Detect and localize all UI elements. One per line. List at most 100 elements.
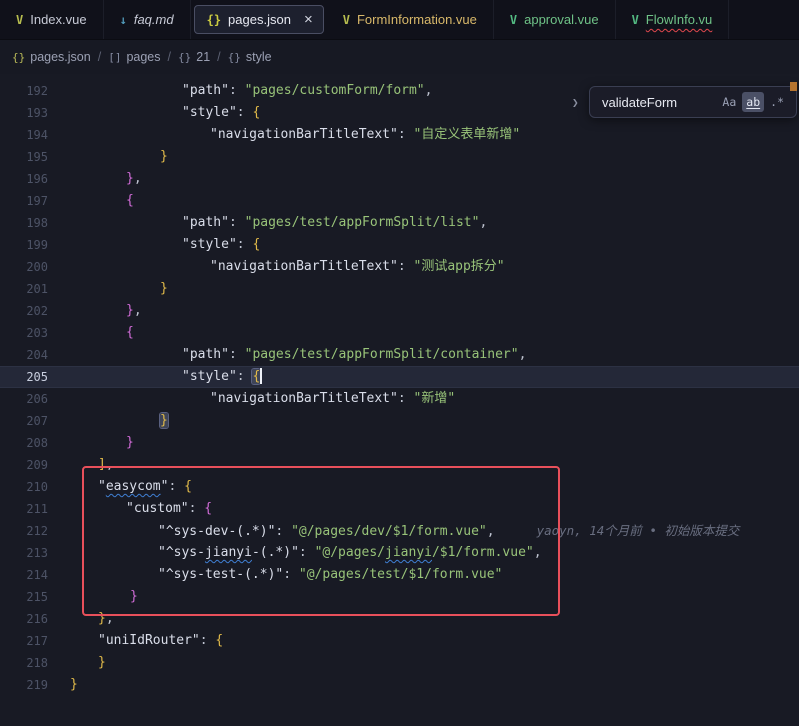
code-token: } [160, 413, 168, 428]
code-token: } [126, 435, 134, 450]
code-token: "^sys-test-(.*)" [158, 567, 283, 582]
breadcrumb-item-pages[interactable]: [] pages [108, 50, 160, 64]
code-token: jianyi [205, 545, 252, 560]
code-token: "pages/test/appFormSplit/container" [245, 347, 519, 362]
code-line[interactable]: 196}, [0, 168, 799, 190]
object-icon: {} [178, 51, 191, 64]
regex-icon[interactable]: .* [766, 92, 788, 112]
line-number: 197 [0, 190, 48, 212]
code-token: "navigationBarTitleText" [210, 127, 398, 142]
code-line-content: "style": { [48, 234, 799, 256]
chevron-right-icon[interactable]: ❯ [572, 96, 584, 109]
code-line[interactable]: 199"style": { [0, 234, 799, 256]
code-line[interactable]: 206"navigationBarTitleText": "新增" [0, 388, 799, 410]
code-token: easycom [106, 479, 161, 494]
code-token: : [398, 259, 414, 274]
code-line[interactable]: 205"style": { [0, 366, 799, 388]
line-number: 218 [0, 652, 48, 674]
code-line-content: } [48, 278, 799, 300]
breadcrumb-label: pages [126, 50, 160, 64]
code-line[interactable]: 213"^sys-jianyi-(.*)": "@/pages/jianyi/$… [0, 542, 799, 564]
code-line[interactable]: 194"navigationBarTitleText": "自定义表单新增" [0, 124, 799, 146]
code-line-content: } [48, 410, 799, 432]
code-token: , [425, 83, 433, 98]
code-token: " [98, 479, 106, 494]
tab-pages-json[interactable]: {} pages.json × [194, 5, 324, 34]
json-icon: {} [207, 13, 221, 27]
code-token: "navigationBarTitleText" [210, 259, 398, 274]
code-line[interactable]: 219} [0, 674, 799, 696]
line-number: 209 [0, 454, 48, 476]
code-line-content: "path": "pages/test/appFormSplit/list", [48, 212, 799, 234]
line-number: 207 [0, 410, 48, 432]
code-line[interactable]: 210"easycom": { [0, 476, 799, 498]
code-token: "path" [182, 347, 229, 362]
code-token: { [126, 193, 134, 208]
code-line[interactable]: 217"uniIdRouter": { [0, 630, 799, 652]
code-token: : [283, 567, 299, 582]
code-token: "pages/test/appFormSplit/list" [245, 215, 480, 230]
find-input[interactable]: validateForm [602, 95, 716, 110]
code-token: "pages/customForm/form" [245, 83, 425, 98]
code-line[interactable]: 203{ [0, 322, 799, 344]
code-token: { [204, 501, 212, 516]
breadcrumb-item-file[interactable]: {} pages.json [12, 50, 91, 64]
whole-word-icon[interactable]: ab [742, 92, 764, 112]
line-number: 202 [0, 300, 48, 322]
code-token: /$1/form.vue" [432, 545, 534, 560]
code-line[interactable]: 214"^sys-test-(.*)": "@/pages/test/$1/fo… [0, 564, 799, 586]
code-line[interactable]: 200"navigationBarTitleText": "测试app拆分" [0, 256, 799, 278]
breadcrumb-item-style[interactable]: {} style [228, 50, 272, 64]
code-token: -(.*)" [252, 545, 299, 560]
code-token: } [98, 655, 106, 670]
code-line[interactable]: 212"^sys-dev-(.*)": "@/pages/dev/$1/form… [0, 520, 799, 542]
code-token: "path" [182, 215, 229, 230]
code-line[interactable]: 208} [0, 432, 799, 454]
tab-index-vue[interactable]: V Index.vue [0, 0, 104, 39]
code-line-content: "^sys-jianyi-(.*)": "@/pages/jianyi/$1/f… [48, 542, 799, 564]
code-line[interactable]: 197 { [0, 190, 799, 212]
breadcrumb: {} pages.json / [] pages / {} 21 / {} st… [0, 40, 799, 74]
code-token: : [189, 501, 205, 516]
code-line[interactable]: 198"path": "pages/test/appFormSplit/list… [0, 212, 799, 234]
code-line[interactable]: 204"path": "pages/test/appFormSplit/cont… [0, 344, 799, 366]
code-line-content: "navigationBarTitleText": "自定义表单新增" [48, 124, 799, 146]
tab-label: FlowInfo.vu [646, 12, 712, 27]
code-line[interactable]: 195} [0, 146, 799, 168]
code-token: , [134, 303, 142, 318]
code-token: "uniIdRouter" [98, 633, 200, 648]
code-token: } [126, 303, 134, 318]
code-line-content: "navigationBarTitleText": "新增" [48, 388, 799, 410]
code-line-content: "uniIdRouter": { [48, 630, 799, 652]
code-token: , [106, 611, 114, 626]
line-number: 214 [0, 564, 48, 586]
overview-ruler-mark [790, 82, 797, 91]
code-line[interactable]: 207} [0, 410, 799, 432]
vue-icon: V [16, 13, 23, 27]
tab-flowinfo-vue[interactable]: V FlowInfo.vu [616, 0, 730, 39]
code-line[interactable]: 215} [0, 586, 799, 608]
line-number: 192 [0, 80, 48, 102]
close-icon[interactable]: × [304, 12, 313, 27]
breadcrumb-item-21[interactable]: {} 21 [178, 50, 210, 64]
tab-forminformation-vue[interactable]: V FormInformation.vue [327, 0, 494, 39]
code-line[interactable]: 218} [0, 652, 799, 674]
code-token: : [229, 215, 245, 230]
code-line[interactable]: 216}, [0, 608, 799, 630]
code-line[interactable]: 201} [0, 278, 799, 300]
line-number: 211 [0, 498, 48, 520]
breadcrumb-label: 21 [196, 50, 210, 64]
code-token: , [106, 457, 114, 472]
tab-faq-md[interactable]: ↓ faq.md [104, 0, 191, 39]
tab-approval-vue[interactable]: V approval.vue [494, 0, 616, 39]
line-number: 215 [0, 586, 48, 608]
code-line[interactable]: 211"custom": { [0, 498, 799, 520]
line-number: 212 [0, 520, 48, 542]
code-editor[interactable]: 192"path": "pages/customForm/form",193"s… [0, 74, 799, 726]
line-number: 219 [0, 674, 48, 696]
vue-icon: V [632, 13, 639, 27]
match-case-icon[interactable]: Aa [718, 92, 740, 112]
code-token: : [398, 391, 414, 406]
code-line[interactable]: 209], [0, 454, 799, 476]
code-line[interactable]: 202}, [0, 300, 799, 322]
